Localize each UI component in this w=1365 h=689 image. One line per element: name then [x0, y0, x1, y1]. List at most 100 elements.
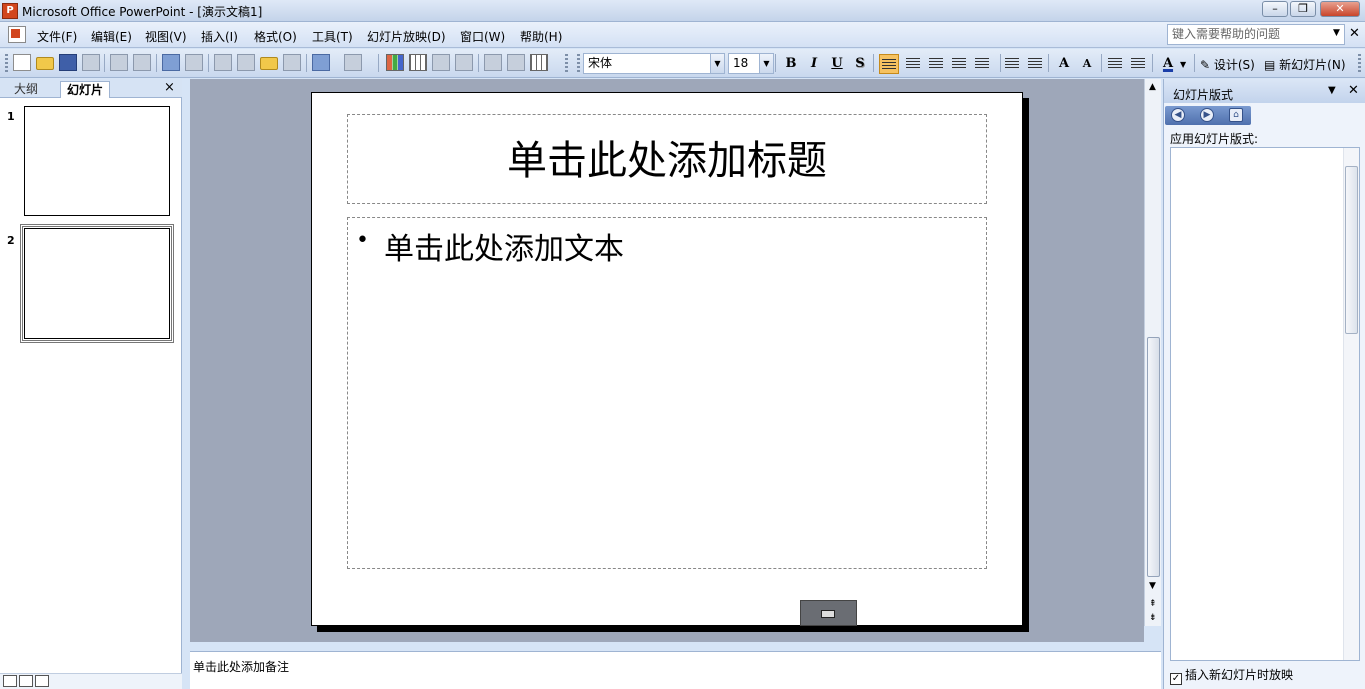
distribute-icon[interactable]	[975, 58, 989, 70]
body-placeholder[interactable]: • 单击此处添加文本	[347, 217, 987, 569]
font-size-select[interactable]: 18 ▼	[728, 53, 774, 74]
toolbar-grip[interactable]	[5, 54, 8, 72]
input-language-bar[interactable]	[800, 600, 857, 626]
maximize-button[interactable]: ❐	[1290, 1, 1316, 17]
hyperlink-icon[interactable]	[455, 54, 473, 71]
next-slide-icon[interactable]: ⇟	[1149, 613, 1157, 623]
slide-thumbnail-1[interactable]	[24, 106, 170, 216]
new-document-icon[interactable]	[13, 54, 31, 71]
spelling-icon[interactable]	[162, 54, 180, 71]
notes-pane[interactable]: 单击此处添加备注	[190, 651, 1161, 689]
help-search-input[interactable]: 键入需要帮助的问题	[1167, 24, 1345, 45]
menu-view[interactable]: 视图(V)	[145, 28, 187, 45]
home-icon[interactable]: ⌂	[1229, 108, 1243, 122]
decrease-indent-icon[interactable]	[1108, 58, 1122, 70]
menu-format[interactable]: 格式(O)	[254, 28, 297, 45]
print-preview-icon[interactable]	[133, 54, 151, 71]
save-icon[interactable]	[59, 54, 77, 71]
permission-icon[interactable]	[82, 54, 100, 71]
minimize-button[interactable]: –	[1262, 1, 1288, 17]
underline-button[interactable]: U	[827, 54, 847, 74]
slide-vertical-scrollbar[interactable]: ▲ ▼ ⇞ ⇟	[1144, 79, 1161, 626]
menu-file[interactable]: 文件(F)	[37, 28, 77, 45]
research-icon[interactable]	[185, 54, 203, 71]
tab-outline[interactable]: 大纲	[8, 81, 44, 98]
align-center-icon[interactable]	[906, 58, 920, 70]
previous-slide-icon[interactable]: ⇞	[1149, 599, 1157, 609]
increase-indent-icon[interactable]	[1131, 58, 1145, 70]
undo-icon[interactable]	[312, 54, 330, 71]
insert-chart-icon[interactable]	[386, 54, 404, 71]
title-placeholder[interactable]: 单击此处添加标题	[347, 114, 987, 204]
paste-icon[interactable]	[260, 57, 278, 70]
close-icon[interactable]: ×	[164, 80, 175, 95]
normal-view-icon[interactable]	[3, 675, 17, 687]
menu-slideshow[interactable]: 幻灯片放映(D)	[367, 28, 446, 45]
scroll-thumb[interactable]	[1345, 166, 1358, 334]
powerpoint-icon[interactable]: P	[2, 3, 18, 19]
shadow-button[interactable]: S	[850, 54, 870, 74]
close-icon[interactable]: ✕	[1348, 83, 1359, 98]
checkbox-label: 插入新幻灯片时放映	[1185, 668, 1294, 682]
slide-canvas[interactable]: 单击此处添加标题 • 单击此处添加文本	[311, 92, 1023, 626]
print-icon[interactable]	[110, 54, 128, 71]
numbering-icon[interactable]	[1005, 58, 1019, 70]
expand-all-icon[interactable]	[484, 54, 502, 71]
new-slide-button[interactable]: ▤ 新幻灯片(N)	[1264, 56, 1346, 73]
copy-icon[interactable]	[237, 54, 255, 71]
chevron-down-icon[interactable]: ▼	[1180, 60, 1186, 69]
align-right-icon[interactable]	[929, 58, 943, 70]
bullets-icon[interactable]	[1028, 58, 1042, 70]
chevron-down-icon[interactable]: ▼	[1328, 85, 1336, 96]
layout-list-scrollbar[interactable]	[1343, 148, 1359, 660]
cut-icon[interactable]	[214, 54, 232, 71]
checkbox[interactable]: ✓	[1170, 673, 1182, 685]
menu-help[interactable]: 帮助(H)	[520, 28, 562, 45]
separator	[156, 54, 157, 72]
menu-window[interactable]: 窗口(W)	[460, 28, 505, 45]
title-bar: P Microsoft Office PowerPoint - [演示文稿1] …	[0, 0, 1365, 22]
scroll-up-icon[interactable]: ▲	[1149, 82, 1156, 92]
bold-button[interactable]: B	[781, 54, 801, 74]
tab-slides[interactable]: 幻灯片	[60, 81, 111, 98]
toolbar-options-icon[interactable]	[1358, 54, 1361, 72]
menu-tools[interactable]: 工具(T)	[312, 28, 353, 45]
slideshow-view-icon[interactable]	[35, 675, 49, 687]
design-button[interactable]: ✎ 设计(S)	[1200, 56, 1255, 73]
justify-icon[interactable]	[952, 58, 966, 70]
format-painter-icon[interactable]	[283, 54, 301, 71]
toolbar-options-icon[interactable]	[565, 54, 568, 72]
tables-borders-icon[interactable]	[432, 54, 450, 71]
show-on-insert-checkbox[interactable]: ✓ 插入新幻灯片时放映	[1170, 666, 1293, 685]
decrease-font-size-icon[interactable]: A	[1077, 54, 1097, 74]
menu-edit[interactable]: 编辑(E)	[91, 28, 132, 45]
increase-font-size-icon[interactable]: A	[1054, 54, 1074, 74]
scroll-thumb[interactable]	[1147, 337, 1160, 577]
document-icon[interactable]	[8, 26, 26, 43]
font-color-icon[interactable]: A	[1158, 54, 1178, 74]
redo-icon[interactable]	[344, 54, 362, 71]
keyboard-icon[interactable]	[821, 610, 835, 618]
scroll-down-icon[interactable]: ▼	[1149, 581, 1156, 591]
open-folder-icon[interactable]	[36, 57, 54, 70]
menu-insert[interactable]: 插入(I)	[201, 28, 238, 45]
close-button[interactable]: ✕	[1320, 1, 1360, 17]
italic-button[interactable]: I	[804, 54, 824, 74]
back-icon[interactable]: ◀	[1171, 108, 1185, 122]
close-icon[interactable]: ✕	[1349, 26, 1360, 41]
slide-sorter-view-icon[interactable]	[19, 675, 33, 687]
show-grid-icon[interactable]	[530, 54, 548, 71]
chevron-down-icon[interactable]: ▼	[1333, 28, 1340, 38]
slide-thumbnail-2[interactable]	[24, 228, 170, 339]
font-name-select[interactable]: 宋体 ▼	[583, 53, 725, 74]
task-pane-title[interactable]: 幻灯片版式	[1173, 86, 1233, 103]
insert-table-icon[interactable]	[409, 54, 427, 71]
forward-icon[interactable]: ▶	[1200, 108, 1214, 122]
toolbar-grip[interactable]	[577, 54, 580, 72]
show-formatting-icon[interactable]	[507, 54, 525, 71]
align-left-button[interactable]	[879, 54, 899, 74]
chevron-down-icon[interactable]: ▼	[710, 54, 724, 73]
separator	[1194, 54, 1195, 72]
chevron-down-icon[interactable]: ▼	[759, 54, 773, 73]
layout-list[interactable]	[1170, 147, 1360, 661]
